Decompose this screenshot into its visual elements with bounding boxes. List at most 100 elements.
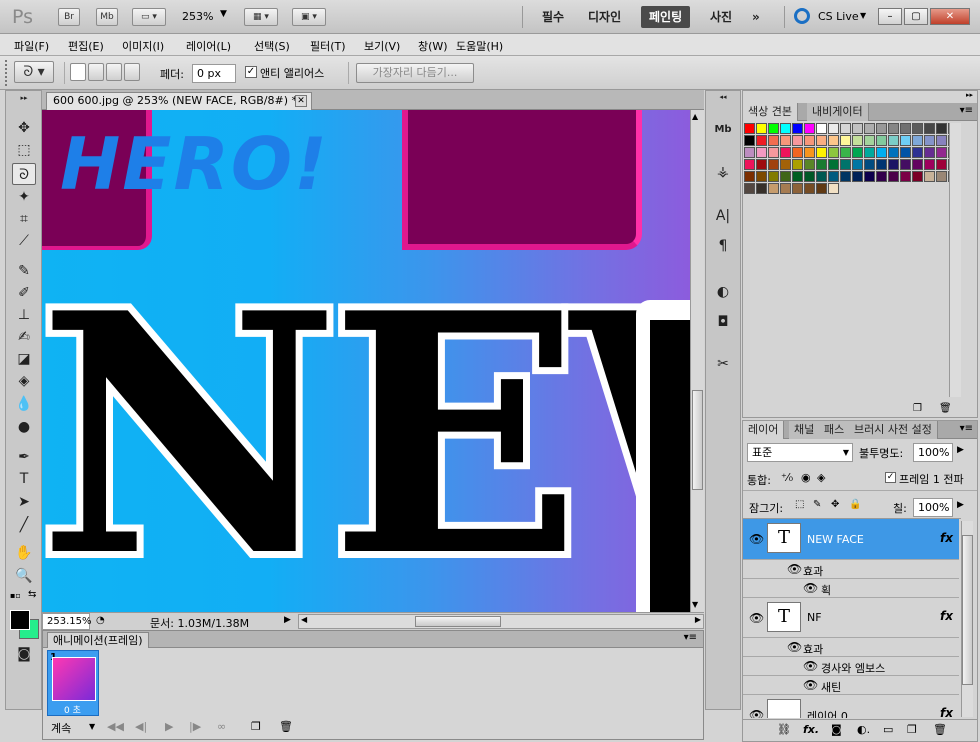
delete-swatch-icon[interactable]: 🗑 <box>939 403 952 414</box>
color-swatch[interactable] <box>816 147 827 158</box>
color-swatch[interactable] <box>936 123 947 134</box>
lock-position-icon[interactable]: ✥ <box>831 499 839 510</box>
foreground-color-swatch[interactable] <box>10 610 30 630</box>
tab-swatches[interactable]: 색상 견본 <box>743 103 798 121</box>
opacity-input[interactable]: 100% <box>913 443 953 462</box>
eye-icon[interactable]: 👁 <box>803 581 818 595</box>
color-swatch[interactable] <box>828 183 839 194</box>
clone-stamp-tool-icon[interactable]: ⊥ <box>12 304 36 326</box>
color-swatch[interactable] <box>780 123 791 134</box>
new-swatch-icon[interactable]: ❐ <box>913 403 922 414</box>
color-swatch[interactable] <box>792 159 803 170</box>
collapse-icon[interactable]: ▸▸ <box>12 95 36 102</box>
zoom-level[interactable]: 253% <box>182 10 213 23</box>
horizontal-scrollbar[interactable]: ◀ ▶ <box>298 614 704 629</box>
color-swatch[interactable] <box>888 171 899 182</box>
color-swatch[interactable] <box>864 171 875 182</box>
first-frame-icon[interactable]: ◀◀ <box>107 720 124 733</box>
color-swatch[interactable] <box>828 171 839 182</box>
color-swatch[interactable] <box>828 135 839 146</box>
add-mask-icon[interactable]: ◙ <box>831 723 842 736</box>
intersect-selection-icon[interactable] <box>124 63 140 81</box>
unify-style-icon[interactable]: ◈ <box>817 471 825 484</box>
tab-brush-presets[interactable]: 브러시 사전 설정 <box>849 421 938 439</box>
unify-visibility-icon[interactable]: ◉ <box>801 471 811 484</box>
pen-tool-icon[interactable]: ✒ <box>12 446 36 468</box>
effect-row-satin[interactable]: 👁 새틴 <box>743 676 959 695</box>
color-swatch[interactable] <box>936 135 947 146</box>
menu-image[interactable]: 이미지(I) <box>122 38 164 54</box>
color-swatch[interactable] <box>876 159 887 170</box>
chevron-down-icon[interactable]: ▼ <box>843 444 849 461</box>
layer-row-new-face[interactable]: 👁 T NEW FACE fx <box>743 519 959 560</box>
color-swatch[interactable] <box>756 159 767 170</box>
color-swatch[interactable] <box>924 159 935 170</box>
lasso-tool-icon[interactable]: ᘐ <box>12 163 36 185</box>
color-swatch[interactable] <box>816 159 827 170</box>
scroll-right-icon[interactable]: ▶ <box>695 615 701 624</box>
color-swatch[interactable] <box>900 171 911 182</box>
layers-scrollbar[interactable] <box>961 521 973 717</box>
color-swatch[interactable] <box>768 147 779 158</box>
tab-channels[interactable]: 채널 <box>789 421 821 439</box>
scroll-up-icon[interactable]: ▲ <box>692 112 698 121</box>
color-swatch[interactable] <box>888 147 899 158</box>
more-workspaces-button[interactable]: » <box>744 6 768 28</box>
next-frame-icon[interactable]: |▶ <box>189 720 201 733</box>
effects-row[interactable]: 👁 효과 <box>743 638 959 657</box>
subtract-selection-icon[interactable] <box>106 63 122 81</box>
feather-input[interactable]: 0 px <box>192 64 236 83</box>
color-swatch[interactable] <box>924 147 935 158</box>
color-swatch[interactable] <box>756 135 767 146</box>
paragraph-icon[interactable]: ¶ <box>711 235 735 257</box>
color-swatch[interactable] <box>888 159 899 170</box>
color-swatch[interactable] <box>912 171 923 182</box>
crop-tool-icon[interactable]: ⌗ <box>12 208 36 230</box>
opacity-arrow-icon[interactable]: ▶ <box>957 445 964 455</box>
color-swatch[interactable] <box>756 183 767 194</box>
color-swatch[interactable] <box>828 147 839 158</box>
color-swatch[interactable] <box>912 123 923 134</box>
color-swatch[interactable] <box>936 171 947 182</box>
adjustment-layer-icon[interactable]: ◐. <box>857 723 870 736</box>
close-tab-icon[interactable]: ✕ <box>295 95 307 107</box>
color-swatch[interactable] <box>900 123 911 134</box>
layer-row-layer-0[interactable]: 👁 레이어 0 fx <box>743 695 959 718</box>
mini-bridge-button[interactable]: Mb <box>96 8 118 26</box>
arrange-documents-button[interactable]: ▦ ▾ <box>244 8 278 26</box>
eye-icon[interactable]: 👁 <box>749 532 764 546</box>
menu-select[interactable]: 선택(S) <box>254 38 290 54</box>
color-swatch[interactable] <box>840 147 851 158</box>
tool-presets-icon[interactable]: ✂ <box>711 353 735 375</box>
fx-icon[interactable]: fx <box>940 609 953 623</box>
color-swatch[interactable] <box>780 171 791 182</box>
tab-paths[interactable]: 패스 <box>819 421 851 439</box>
color-swatch[interactable] <box>792 147 803 158</box>
line-tool-icon[interactable]: ╱ <box>12 514 36 536</box>
tab-navigator[interactable]: 내비게이터 <box>807 103 869 121</box>
brush-tool-icon[interactable]: ✐ <box>12 282 36 304</box>
layer-name[interactable]: 레이어 0 <box>807 708 848 718</box>
color-swatch[interactable] <box>804 159 815 170</box>
menu-edit[interactable]: 편집(E) <box>68 38 104 54</box>
color-swatch[interactable] <box>804 183 815 194</box>
color-swatch[interactable] <box>888 123 899 134</box>
color-swatch[interactable] <box>816 171 827 182</box>
color-swatch[interactable] <box>912 135 923 146</box>
play-icon[interactable]: ▶ <box>165 720 173 733</box>
eye-icon[interactable]: 👁 <box>787 640 802 654</box>
color-swatch[interactable] <box>864 159 875 170</box>
color-swatch[interactable] <box>792 123 803 134</box>
color-swatch[interactable] <box>876 123 887 134</box>
color-swatch[interactable] <box>888 135 899 146</box>
status-info-icon[interactable]: ◔ <box>96 615 105 626</box>
propagate-frame-checkbox[interactable]: ✓ <box>885 472 896 483</box>
eraser-tool-icon[interactable]: ◪ <box>12 348 36 370</box>
view-extras-button[interactable]: ▭ ▾ <box>132 8 166 26</box>
color-swatch[interactable] <box>792 183 803 194</box>
color-swatch[interactable] <box>900 147 911 158</box>
panel-menu-icon[interactable]: ▾≡ <box>960 105 973 116</box>
panel-menu-icon[interactable]: ▾≡ <box>684 632 697 643</box>
color-swatch[interactable] <box>876 135 887 146</box>
tween-icon[interactable]: ∞ <box>217 720 226 733</box>
